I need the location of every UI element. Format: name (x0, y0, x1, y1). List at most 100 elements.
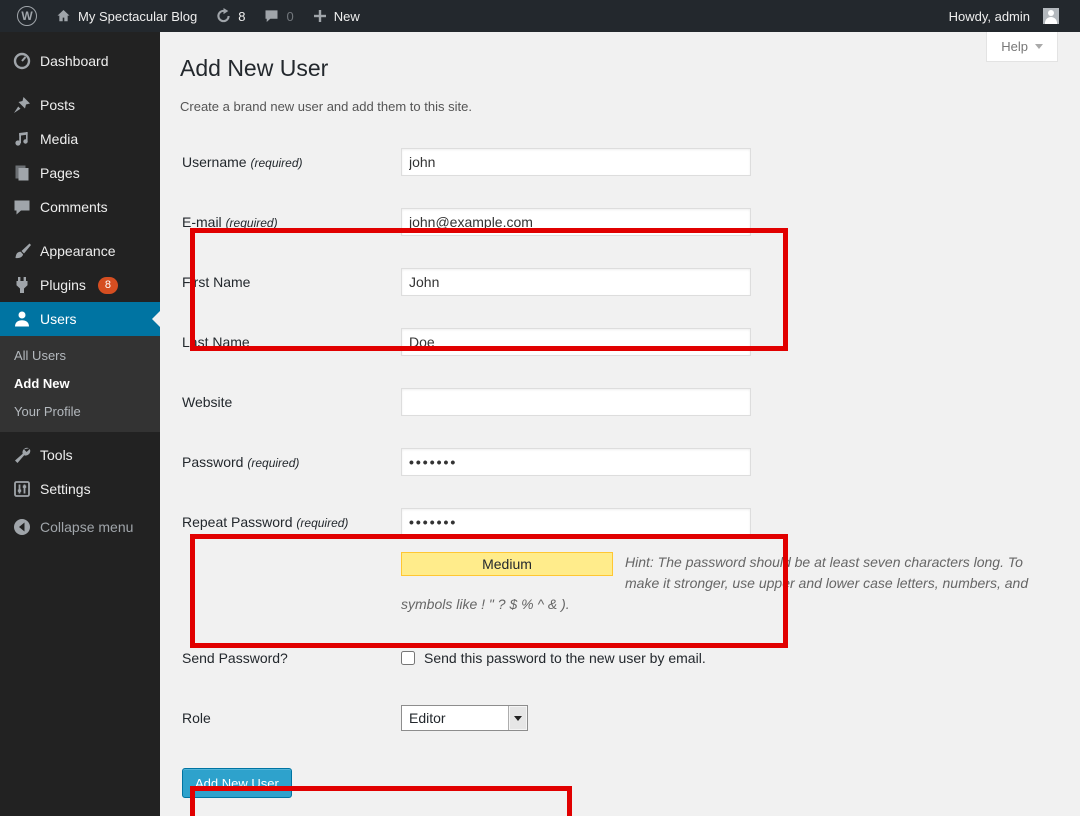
sidebar-label: Settings (40, 481, 91, 497)
sidebar-item-dashboard[interactable]: Dashboard (0, 44, 160, 78)
send-password-label: Send Password? (180, 650, 401, 666)
update-count: 8 (238, 9, 245, 24)
plus-icon (312, 8, 328, 24)
required-hint: (required) (296, 516, 348, 530)
sidebar-label: Appearance (40, 243, 116, 259)
first-name-input[interactable] (401, 268, 751, 296)
email-label: E-mail (required) (180, 214, 401, 230)
sidebar-item-comments[interactable]: Comments (0, 190, 160, 224)
password-row: Password (required) (180, 432, 1060, 492)
chevron-down-icon (514, 716, 522, 721)
my-account-link[interactable]: Howdy, admin (940, 0, 1068, 32)
dashboard-icon (12, 51, 32, 71)
email-row: E-mail (required) (180, 192, 1060, 252)
username-input[interactable] (401, 148, 751, 176)
content-area: Help Add New User Create a brand new use… (160, 32, 1080, 816)
first-name-label: First Name (180, 274, 401, 290)
current-menu-arrow (152, 311, 160, 327)
send-password-option: Send this password to the new user by em… (401, 650, 706, 666)
sidebar-label: Users (40, 311, 77, 327)
role-row: Role Editor (180, 688, 1060, 748)
send-password-checkbox[interactable] (401, 651, 415, 665)
sidebar-label: Media (40, 131, 78, 147)
howdy-text: Howdy, admin (949, 9, 1030, 24)
username-label: Username (required) (180, 154, 401, 170)
sidebar-item-appearance[interactable]: Appearance (0, 234, 160, 268)
role-selected-value: Editor (402, 710, 508, 726)
repeat-password-input[interactable] (401, 508, 751, 536)
sidebar-item-tools[interactable]: Tools (0, 438, 160, 472)
help-dropdown-icon (1035, 44, 1043, 49)
required-hint: (required) (247, 456, 299, 470)
sidebar-item-media[interactable]: Media (0, 122, 160, 156)
pages-icon (12, 163, 32, 183)
last-name-input[interactable] (401, 328, 751, 356)
sidebar-label: Plugins (40, 277, 86, 293)
password-strength-meter: Medium (401, 552, 613, 576)
role-label: Role (180, 710, 401, 726)
wordpress-menu[interactable]: W (8, 0, 46, 32)
password-strength-row: Medium Hint: The password should be at l… (401, 552, 1049, 628)
required-hint: (required) (226, 216, 278, 230)
site-name: My Spectacular Blog (78, 9, 197, 24)
sidebar-label: Posts (40, 97, 75, 113)
username-row: Username (required) (180, 132, 1060, 192)
required-hint: (required) (250, 156, 302, 170)
add-user-form: Username (required) E-mail (required) Fi… (180, 132, 1060, 798)
sidebar-label: Tools (40, 447, 73, 463)
sidebar-label: Comments (40, 199, 108, 215)
collapse-menu-button[interactable]: Collapse menu (0, 510, 160, 544)
new-content-link[interactable]: New (303, 0, 369, 32)
send-password-row: Send Password? Send this password to the… (180, 628, 1060, 688)
page-title: Add New User (180, 32, 1060, 83)
send-password-checkbox-label: Send this password to the new user by em… (424, 650, 706, 666)
avatar (1043, 8, 1059, 24)
sidebar-item-settings[interactable]: Settings (0, 472, 160, 506)
email-input[interactable] (401, 208, 751, 236)
updates-link[interactable]: 8 (206, 0, 254, 32)
home-icon (55, 8, 72, 24)
help-button[interactable]: Help (986, 32, 1058, 62)
help-label: Help (1001, 39, 1028, 54)
submit-row: Add New User (180, 768, 1060, 798)
website-label: Website (180, 394, 401, 410)
password-label: Password (required) (180, 454, 401, 470)
repeat-password-label: Repeat Password (required) (180, 514, 401, 530)
last-name-row: Last Name (180, 312, 1060, 372)
submenu-item-all-users[interactable]: All Users (0, 342, 160, 370)
comments-link[interactable]: 0 (254, 0, 302, 32)
users-submenu: All Users Add New Your Profile (0, 336, 160, 432)
role-select[interactable]: Editor (401, 705, 528, 731)
settings-sliders-icon (12, 479, 32, 499)
sidebar-label: Dashboard (40, 53, 109, 69)
add-new-user-button[interactable]: Add New User (182, 768, 292, 798)
website-row: Website (180, 372, 1060, 432)
submenu-item-your-profile[interactable]: Your Profile (0, 398, 160, 426)
site-name-link[interactable]: My Spectacular Blog (46, 0, 206, 32)
password-input[interactable] (401, 448, 751, 476)
paintbrush-icon (12, 241, 32, 261)
submenu-item-add-new[interactable]: Add New (0, 370, 160, 398)
comment-count: 0 (286, 9, 293, 24)
updates-icon (215, 8, 232, 24)
comments-icon (12, 197, 32, 217)
sidebar-item-plugins[interactable]: Plugins 8 (0, 268, 160, 302)
website-input[interactable] (401, 388, 751, 416)
select-dropdown-button[interactable] (508, 706, 527, 730)
first-name-row: First Name (180, 252, 1060, 312)
wrench-icon (12, 445, 32, 465)
last-name-label: Last Name (180, 334, 401, 350)
comment-bubble-icon (263, 8, 280, 24)
repeat-password-row: Repeat Password (required) (180, 492, 1060, 552)
sidebar-label: Collapse menu (40, 519, 133, 535)
page-description: Create a brand new user and add them to … (180, 99, 1060, 115)
wordpress-logo-icon: W (17, 6, 37, 26)
plugin-icon (12, 275, 32, 295)
new-label: New (334, 9, 360, 24)
sidebar-item-posts[interactable]: Posts (0, 88, 160, 122)
sidebar-item-pages[interactable]: Pages (0, 156, 160, 190)
sidebar-item-users[interactable]: Users (0, 302, 160, 336)
plugins-update-badge: 8 (98, 277, 118, 294)
users-icon (12, 309, 32, 329)
admin-bar: W My Spectacular Blog 8 0 (0, 0, 1080, 32)
